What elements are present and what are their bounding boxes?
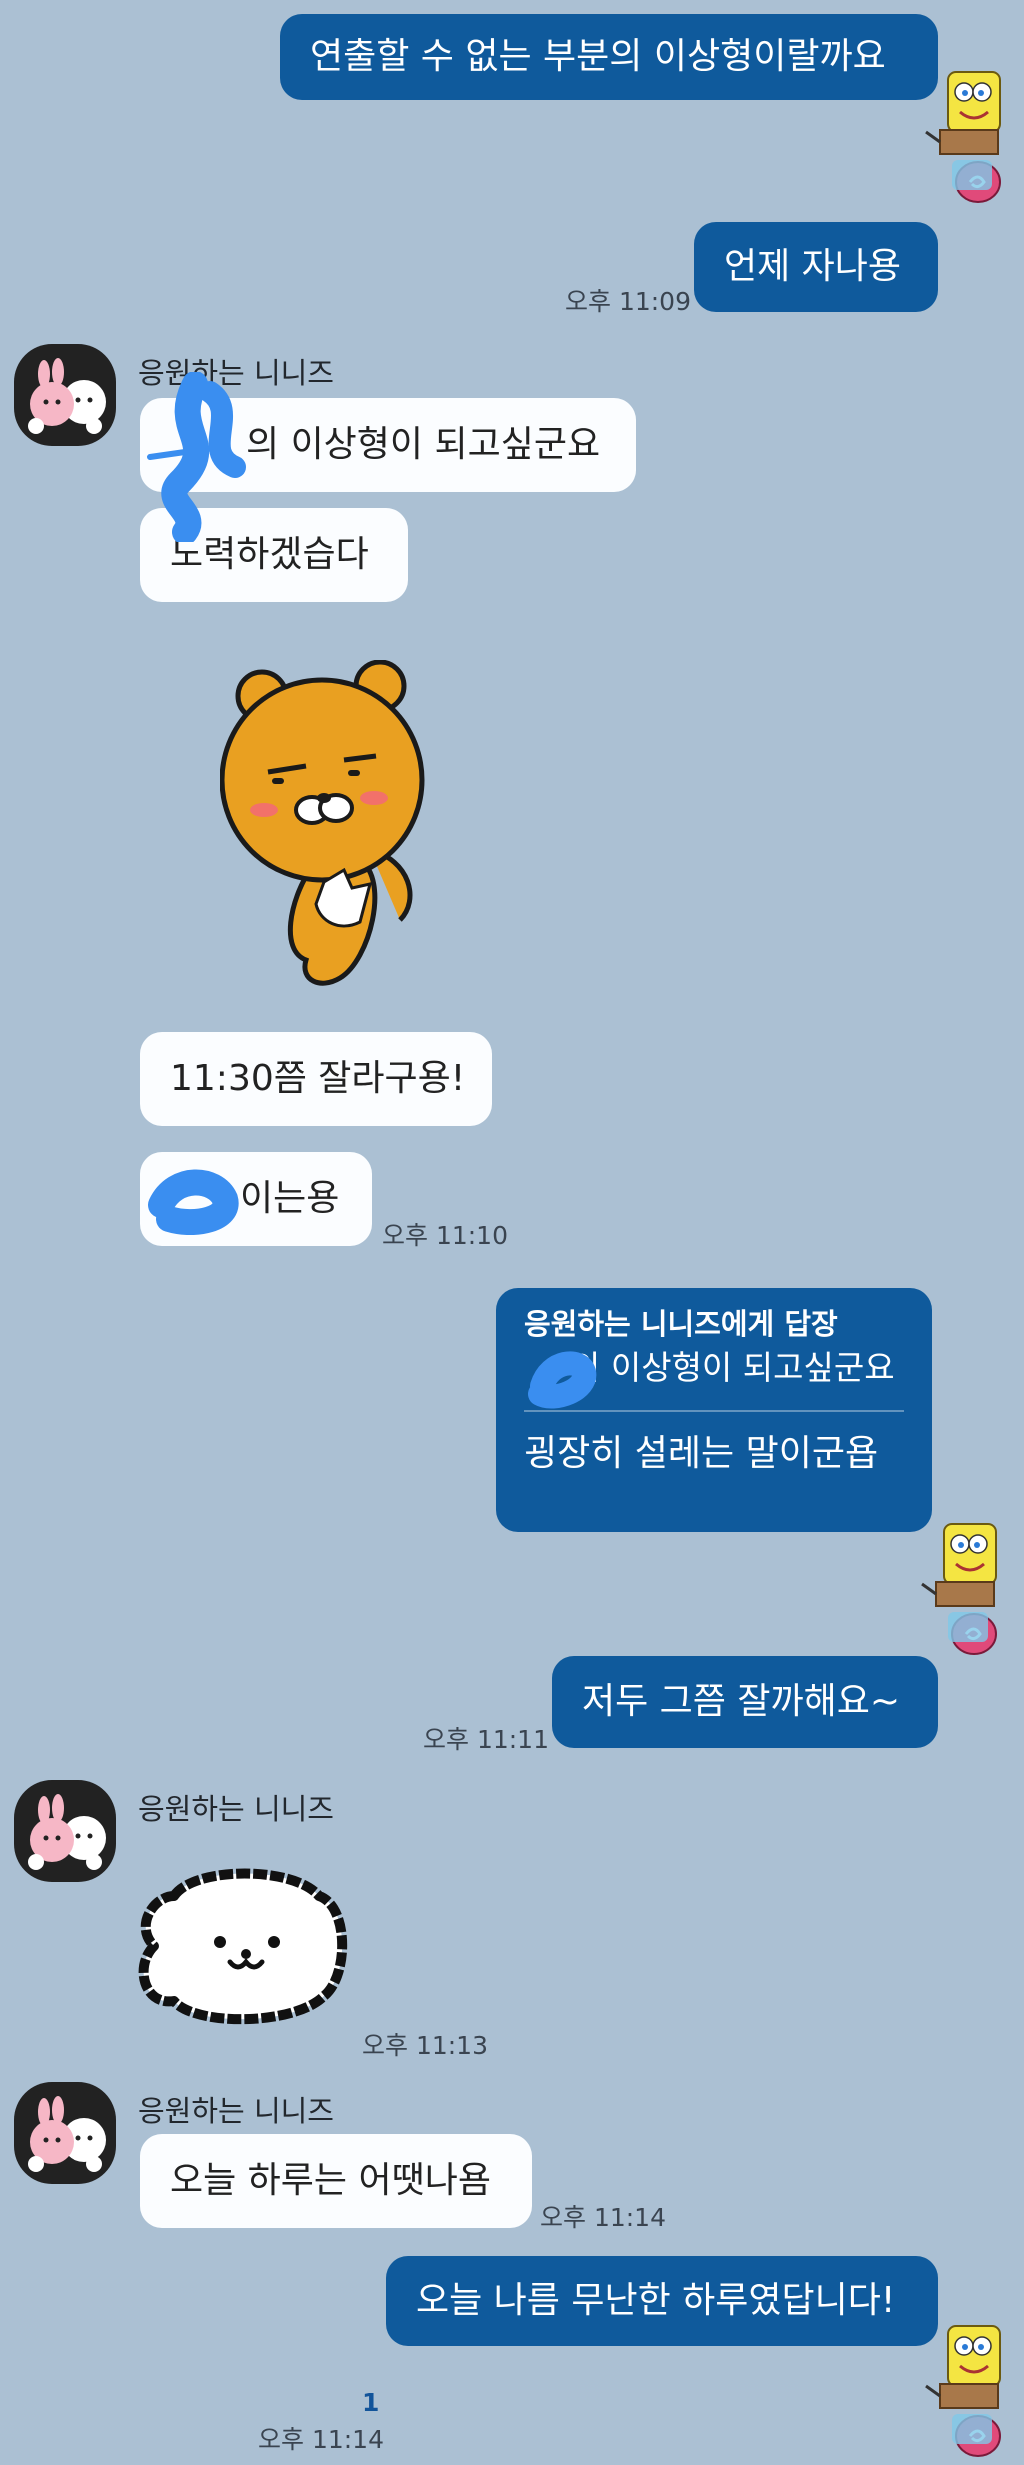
timestamp: 오후 11:14 xyxy=(540,2203,666,2232)
message-text: 굉장히 설레는 말이군욥 xyxy=(524,1433,879,1474)
ninies-avatar-icon xyxy=(28,1794,106,1870)
reply-divider xyxy=(524,1410,904,1412)
message-text: 오늘 나름 무난한 하루였답니다! xyxy=(416,2280,896,2321)
quoted-text: 의 이상형이 되고싶군요 xyxy=(570,1348,895,1387)
timestamp: 오후 11:13 xyxy=(362,2031,488,2060)
timestamp: 오후 11:14 xyxy=(258,2425,384,2454)
contact-avatar[interactable] xyxy=(14,2082,116,2184)
reply-message-bubble[interactable]: 응원하는 니니즈에게 답장 의 이상형이 되고싶군요 굉장히 설레는 말이군욥 xyxy=(496,1288,932,1532)
spongebob-avatar-icon xyxy=(925,2325,1001,2457)
reply-header: 응원하는 니니즈에게 답장 xyxy=(524,1307,838,1341)
their-message-bubble[interactable]: 이는용 xyxy=(140,1152,372,1246)
message-text: 오늘 하루는 어땟나욤 xyxy=(170,2160,491,2201)
spongebob-avatar-icon xyxy=(925,71,1001,203)
their-message-bubble[interactable]: 의 이상형이 되고싶군요 xyxy=(140,398,636,492)
my-message-bubble[interactable]: 오늘 나름 무난한 하루였답니다! xyxy=(386,2256,938,2346)
contact-avatar[interactable] xyxy=(14,1780,116,1882)
message-text: 노력하겠습다 xyxy=(170,534,369,575)
sender-name: 응원하는 니니즈 xyxy=(138,2094,334,2128)
my-message-bubble[interactable]: 저두 그쯤 잘까해요~ xyxy=(552,1656,938,1748)
ryan-bear-sticker xyxy=(220,660,425,986)
contact-avatar[interactable] xyxy=(14,344,116,446)
message-text: 저두 그쯤 잘까해요~ xyxy=(582,1681,901,1722)
their-message-bubble[interactable]: 11:30쯤 잘라구용! xyxy=(140,1032,492,1126)
reply-quote[interactable]: 의 이상형이 되고싶군요 xyxy=(524,1351,904,1384)
message-text: 언제 자나용 xyxy=(724,246,902,287)
message-text: 이는용 xyxy=(240,1178,340,1219)
message-text: 의 이상형이 되고싶군요 xyxy=(246,424,601,465)
white-puppy-sticker xyxy=(138,1868,348,2025)
unread-count: 1 xyxy=(362,2388,380,2417)
sender-name: 응원하는 니니즈 xyxy=(138,356,334,390)
their-message-bubble[interactable]: 노력하겠습다 xyxy=(140,508,408,602)
message-text: 11:30쯤 잘라구용! xyxy=(170,1058,466,1099)
their-message-bubble[interactable]: 오늘 하루는 어땟나욤 xyxy=(140,2134,532,2228)
my-message-bubble[interactable]: 언제 자나용 xyxy=(694,222,938,312)
sender-name: 응원하는 니니즈 xyxy=(138,1792,334,1826)
ninies-avatar-icon xyxy=(28,358,106,434)
message-text: 연출할 수 없는 부분의 이상형이랄까요 xyxy=(310,36,886,77)
timestamp: 오후 11:10 xyxy=(382,1221,508,1250)
timestamp: 오후 11:11 xyxy=(423,1725,549,1754)
timestamp: 오후 11:09 xyxy=(565,287,691,316)
spongebob-avatar-icon xyxy=(921,1523,997,1655)
ninies-avatar-icon xyxy=(28,2096,106,2172)
my-message-bubble[interactable]: 연출할 수 없는 부분의 이상형이랄까요 xyxy=(280,14,938,100)
